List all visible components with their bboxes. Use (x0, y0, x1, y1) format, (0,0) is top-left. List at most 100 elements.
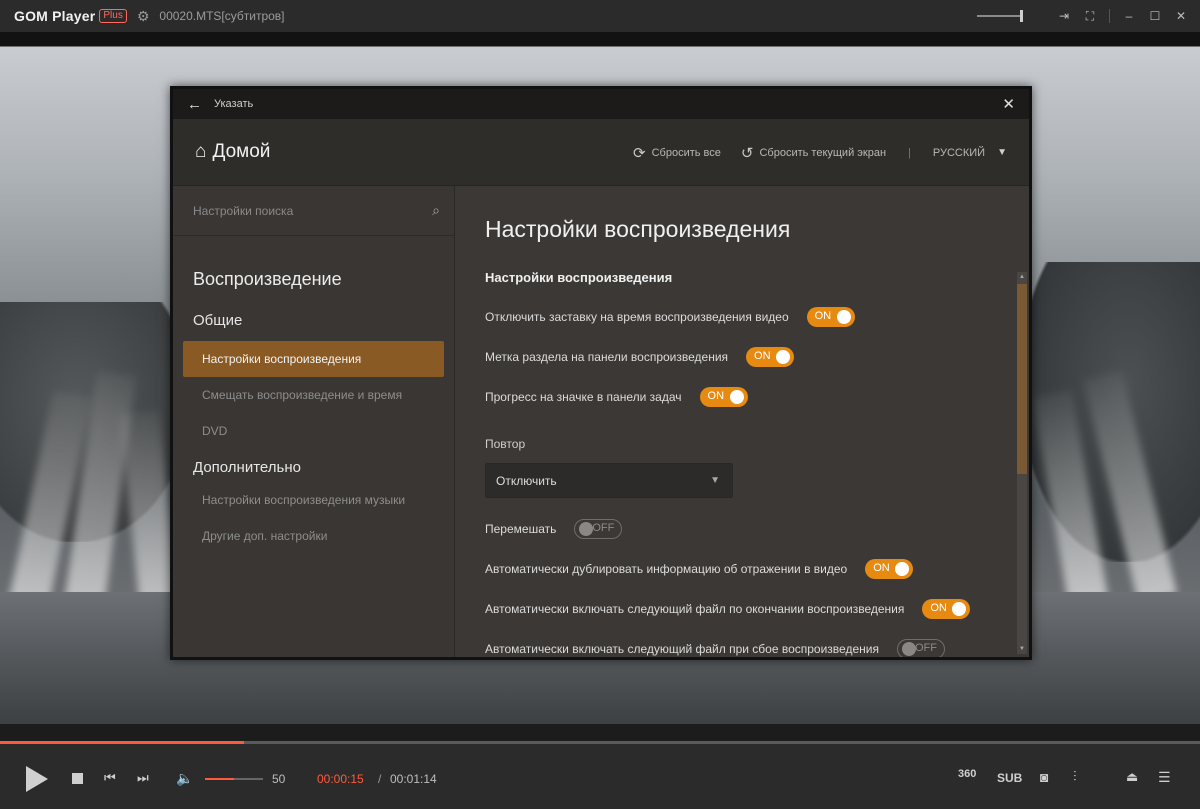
window-opacity-slider[interactable] (977, 10, 1023, 22)
minimize-icon[interactable]: – (1116, 9, 1142, 23)
option-autoplay-next-on-end: Автоматически включать следующий файл по… (485, 598, 971, 620)
previous-icon[interactable]: ⏮ (104, 770, 116, 786)
toggle-state: ON (930, 602, 947, 614)
option-label: Прогресс на значке в панели задач (485, 390, 682, 404)
file-name: 00020.MTS[субтитров] (159, 9, 285, 23)
repeat-select-value: Отключить (496, 473, 557, 488)
language-dropdown[interactable]: РУССКИЙ ▼ (933, 147, 1007, 159)
section-heading: Настройки воспроизведения (485, 270, 673, 285)
play-button[interactable] (26, 766, 48, 792)
camera-icon[interactable]: ◙ (1040, 769, 1048, 785)
sidebar-heading: Воспроизведение (193, 269, 342, 289)
sidebar-group-advanced[interactable]: Дополнительно (193, 459, 454, 476)
stop-button[interactable] (72, 773, 83, 784)
content-title: Настройки воспроизведения (485, 216, 791, 242)
next-icon[interactable]: ⏭ (137, 770, 149, 786)
option-chapter-mark: Метка раздела на панели воспроизведения … (485, 346, 795, 368)
close-icon[interactable]: ✕ (1168, 9, 1194, 23)
option-autoplay-next-on-error: Автоматически включать следующий файл пр… (485, 638, 945, 657)
toggle-knob (895, 562, 910, 576)
scroll-up-arrow-icon[interactable]: ▲ (1017, 272, 1027, 282)
chapter-mark-toggle[interactable]: ON (746, 347, 795, 367)
toggle-knob (579, 522, 594, 536)
current-time: 00:00:15 (317, 772, 364, 786)
sidebar-group-general[interactable]: Общие (193, 312, 454, 329)
back-arrow-icon[interactable]: ← (187, 96, 202, 113)
speaker-icon[interactable]: 🔈 (176, 770, 193, 787)
volume-value: 50 (272, 772, 286, 786)
option-label: Перемешать (485, 522, 557, 536)
settings-content: Настройки воспроизведения Настройки восп… (455, 186, 1029, 657)
toggle-state: ON (707, 390, 725, 402)
titlebar-separator (1109, 9, 1110, 23)
autoplay-next-toggle[interactable]: ON (922, 599, 971, 619)
home-icon[interactable]: ⌂ (195, 141, 206, 163)
option-label: Отключить заставку на время воспроизведе… (485, 310, 789, 324)
reset-all-button[interactable]: ⟳ Сбросить все (633, 144, 721, 162)
fullscreen-icon[interactable]: ⛶ (1077, 9, 1103, 24)
undo-icon: ↺ (740, 144, 754, 162)
dialog-body: ⌕ Воспроизведение Общие Настройки воспро… (173, 186, 1029, 657)
header-actions: ⟳ Сбросить все ↺ Сбросить текущий экран … (613, 119, 1007, 186)
toggle-state: ON (754, 350, 771, 362)
toggle-state: ON (873, 562, 890, 574)
language-label: РУССКИЙ (932, 146, 986, 159)
vr-360-button[interactable]: 360 (958, 768, 976, 780)
option-taskbar-progress: Прогресс на значке в панели задач ON (485, 386, 748, 408)
home-link[interactable]: Домой (212, 141, 270, 163)
time-separator: / (378, 772, 382, 786)
playlist-icon[interactable]: ☰ (1158, 769, 1171, 786)
scrollbar-thumb[interactable] (1017, 284, 1027, 474)
taskbar-progress-toggle[interactable]: ON (699, 387, 748, 407)
sidebar-item-offset-time[interactable]: Смещать воспроизведение и время (183, 377, 444, 413)
sidebar-item-other-settings[interactable]: Другие доп. настройки (183, 518, 444, 554)
autoplay-on-error-toggle[interactable]: OFF (896, 639, 945, 657)
option-duplicate-reflection: Автоматически дублировать информацию об … (485, 558, 914, 580)
option-disable-screensaver: Отключить заставку на время воспроизведе… (485, 306, 855, 328)
plus-badge: Plus (99, 9, 127, 23)
toggle-knob (901, 642, 916, 656)
opacity-slider-knob[interactable] (1020, 10, 1023, 22)
settings-sidebar: ⌕ Воспроизведение Общие Настройки воспро… (173, 186, 455, 657)
player-controls: ⏮ ⏭ 🔈 50 00:00:15 / 00:01:14 360 SUB ◙ ⫶… (0, 744, 1200, 809)
sidebar-item-playback-settings[interactable]: Настройки воспроизведения (183, 341, 444, 377)
scroll-down-arrow-icon[interactable]: ▼ (1017, 644, 1027, 654)
settings-gear-icon[interactable]: ⚙ (137, 8, 150, 25)
sidebar-item-music-playback[interactable]: Настройки воспроизведения музыки (183, 482, 444, 518)
subtitle-button[interactable]: SUB (997, 771, 1022, 785)
shuffle-toggle[interactable]: OFF (574, 519, 623, 539)
eject-icon[interactable]: ⏏ (1126, 769, 1138, 785)
reset-all-label: Сбросить все (651, 146, 721, 159)
search-box: ⌕ (173, 186, 454, 236)
sidebar-advanced-list: Настройки воспроизведения музыки Другие … (173, 482, 454, 554)
search-icon[interactable]: ⌕ (432, 202, 440, 219)
toggle-knob (952, 602, 967, 616)
toggle-state: OFF (914, 642, 937, 654)
pin-icon[interactable]: ⇥ (1051, 9, 1077, 23)
refresh-icon: ⟳ (633, 144, 646, 162)
screensaver-toggle[interactable]: ON (806, 307, 855, 327)
toggle-knob (776, 350, 791, 364)
dialog-header: ⌂ Домой ⟳ Сбросить все ↺ Сбросить текущи… (173, 119, 1029, 186)
title-bar: GOM Player Plus ⚙ 00020.MTS[субтитров] ⇥… (0, 0, 1200, 32)
app-logo: GOM Player (14, 8, 96, 24)
search-input[interactable] (193, 203, 413, 218)
header-separator: | (908, 146, 911, 159)
settings-dialog: ← Указать ✕ ⌂ Домой ⟳ Сбросить все ↺ Сбр… (170, 86, 1032, 660)
toggle-state: ON (814, 310, 832, 322)
toggle-knob (836, 310, 851, 324)
maximize-icon[interactable]: ☐ (1142, 9, 1168, 23)
repeat-select[interactable]: Отключить ▼ (485, 463, 733, 498)
option-label: Метка раздела на панели воспроизведения (485, 350, 729, 364)
sidebar-item-dvd[interactable]: DVD (183, 413, 444, 449)
volume-slider[interactable] (205, 778, 263, 780)
equalizer-icon[interactable]: ⫶ (1073, 768, 1077, 785)
toggle-knob (729, 390, 744, 404)
reset-current-label: Сбросить текущий экран (759, 146, 887, 159)
chevron-down-icon: ▼ (997, 147, 1007, 158)
reset-current-button[interactable]: ↺ Сбросить текущий экран (741, 144, 886, 162)
content-scrollbar[interactable]: ▲ ▼ (1017, 272, 1027, 654)
duplicate-reflection-toggle[interactable]: ON (865, 559, 914, 579)
option-shuffle: Перемешать OFF (485, 518, 623, 540)
dialog-close-icon[interactable]: ✕ (1002, 95, 1015, 113)
